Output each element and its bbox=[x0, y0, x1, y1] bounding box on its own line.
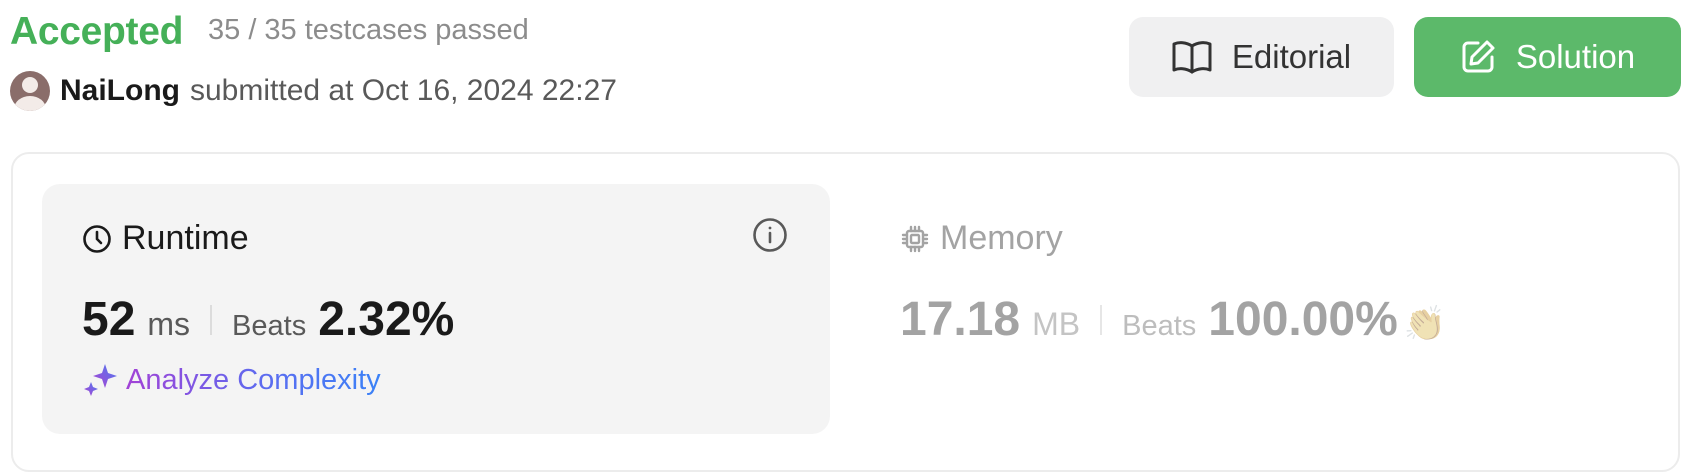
testcases-summary: 35 / 35 testcases passed bbox=[208, 14, 529, 46]
runtime-title: Runtime bbox=[82, 219, 249, 258]
submission-info: NaiLong submitted at Oct 16, 2024 22:27 bbox=[10, 71, 617, 111]
memory-metrics: 17.18 MB Beats 100.00% 👏 bbox=[900, 292, 1446, 347]
cpu-icon bbox=[901, 225, 929, 252]
divider bbox=[210, 304, 213, 335]
username-link[interactable]: NaiLong bbox=[60, 74, 180, 108]
memory-beats-value: 100.00% bbox=[1208, 293, 1398, 346]
info-icon[interactable] bbox=[752, 217, 788, 253]
book-icon bbox=[1172, 41, 1212, 74]
memory-title-label: Memory bbox=[940, 219, 1063, 257]
runtime-beats-value: 2.32% bbox=[318, 293, 455, 346]
clock-icon bbox=[83, 224, 111, 253]
avatar[interactable] bbox=[10, 71, 50, 111]
solution-button[interactable]: Solution bbox=[1414, 17, 1681, 97]
memory-beats-label: Beats bbox=[1122, 310, 1197, 342]
runtime-title-label: Runtime bbox=[122, 219, 249, 257]
runtime-value: 52 bbox=[82, 293, 136, 346]
runtime-unit: ms bbox=[147, 306, 191, 342]
divider bbox=[1100, 304, 1103, 335]
analyze-complexity-label: Analyze Complexity bbox=[126, 363, 381, 396]
edit-icon bbox=[1462, 40, 1495, 73]
memory-title[interactable]: Memory bbox=[900, 219, 1063, 258]
solution-label: Solution bbox=[1515, 38, 1636, 75]
editorial-button[interactable]: Editorial bbox=[1129, 17, 1394, 97]
submitted-timestamp: submitted at Oct 16, 2024 22:27 bbox=[190, 74, 617, 107]
status-label: Accepted bbox=[10, 10, 184, 53]
runtime-beats-label: Beats bbox=[232, 310, 307, 342]
sparkle-icon bbox=[84, 364, 117, 396]
memory-value: 17.18 bbox=[900, 293, 1021, 346]
editorial-label: Editorial bbox=[1231, 38, 1352, 75]
memory-unit: MB bbox=[1032, 306, 1081, 342]
waving-hands-icon: 👏 bbox=[1403, 305, 1447, 343]
analyze-complexity-link[interactable]: Analyze Complexity bbox=[82, 362, 381, 398]
runtime-metrics: 52 ms Beats 2.32% bbox=[82, 292, 454, 347]
